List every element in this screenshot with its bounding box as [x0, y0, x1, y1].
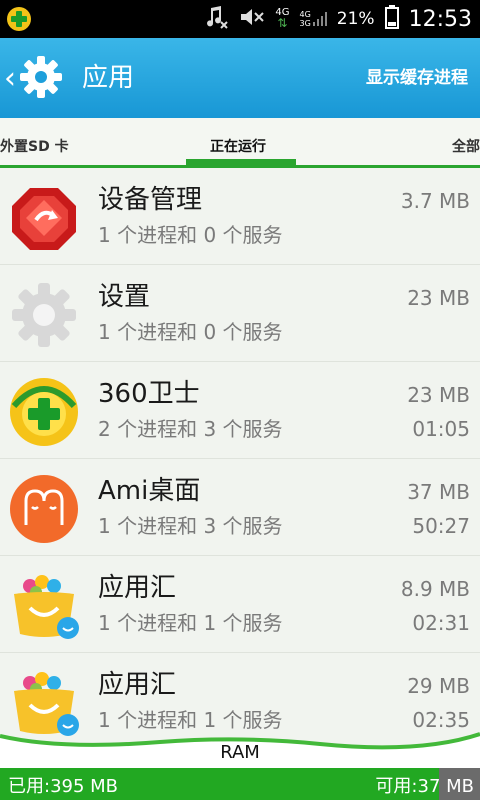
- clock: 12:53: [408, 6, 472, 32]
- app-process-info: 2 个进程和 3 个服务: [98, 417, 283, 441]
- app-name: Ami桌面: [98, 476, 201, 506]
- 360-security-icon: [8, 376, 80, 448]
- ami-launcher-icon: [8, 473, 80, 545]
- status-bar: 4G ⇅ 4G 3G 21% 12:53: [0, 0, 480, 38]
- app-name: 360卫士: [98, 379, 200, 409]
- battery-percent: 21%: [336, 9, 375, 29]
- signal-icon: 4G 3G: [300, 10, 327, 28]
- settings-gear-icon: [8, 279, 80, 351]
- ram-available-text: 可用:37 MB: [375, 776, 474, 797]
- show-cached-processes-button[interactable]: 显示缓存进程: [366, 64, 468, 92]
- chevron-left-icon: ‹: [4, 61, 16, 96]
- app-header: ‹ 应用 显示缓存进程: [0, 38, 480, 118]
- app-name: 应用汇: [98, 670, 177, 700]
- app-process-info: 1 个进程和 1 个服务: [98, 611, 283, 635]
- list-item-device-admin[interactable]: 设备管理 1 个进程和 0 个服务 3.7 MB: [0, 168, 480, 265]
- app-run-time: 02:31: [412, 611, 470, 635]
- appchina-icon: [8, 570, 80, 642]
- app-name: 设置: [98, 282, 151, 312]
- page-title: 应用: [82, 63, 135, 93]
- music-muted-icon: [205, 4, 229, 34]
- app-memory-size: 8.9 MB: [400, 577, 470, 601]
- tab-all[interactable]: 全部: [452, 136, 480, 156]
- app-process-info: 1 个进程和 3 个服务: [98, 514, 283, 538]
- running-app-list: 设备管理 1 个进程和 0 个服务 3.7 MB 设置 1 个进程和 0 个服务…: [0, 168, 480, 738]
- app-memory-size: 37 MB: [407, 480, 470, 504]
- app-memory-size: 23 MB: [407, 286, 470, 310]
- tab-bar: 外置SD 卡 正在运行 全部: [0, 118, 480, 168]
- list-item-appchina[interactable]: 应用汇 1 个进程和 1 个服务 8.9 MB 02:31: [0, 556, 480, 653]
- app-run-time: 01:05: [412, 417, 470, 441]
- network-4g-icon: 4G ⇅: [275, 7, 290, 30]
- volume-muted-icon: [239, 6, 265, 32]
- list-item-settings[interactable]: 设置 1 个进程和 0 个服务 23 MB: [0, 265, 480, 362]
- app-name: 设备管理: [98, 185, 203, 215]
- tab-sd-card[interactable]: 外置SD 卡: [0, 136, 69, 156]
- 360-notification-icon: [6, 6, 32, 32]
- device-admin-icon: [8, 182, 80, 254]
- app-memory-size: 29 MB: [407, 674, 470, 698]
- ram-usage-bar: 已用:395 MB 可用:37 MB: [0, 768, 480, 800]
- tab-indicator: [186, 159, 296, 165]
- list-item-ami-launcher[interactable]: Ami桌面 1 个进程和 3 个服务 37 MB 50:27: [0, 459, 480, 556]
- app-process-info: 1 个进程和 0 个服务: [98, 223, 283, 247]
- ram-used-text: 已用:395 MB: [8, 776, 119, 797]
- app-run-time: 50:27: [412, 514, 470, 538]
- back-button[interactable]: ‹: [4, 56, 78, 100]
- app-memory-size: 23 MB: [407, 383, 470, 407]
- tab-running[interactable]: 正在运行: [210, 136, 266, 156]
- app-name: 应用汇: [98, 573, 177, 603]
- battery-icon: [384, 5, 399, 33]
- ram-label: RAM: [220, 742, 260, 763]
- list-item-360-security[interactable]: 360卫士 2 个进程和 3 个服务 23 MB 01:05: [0, 362, 480, 459]
- app-process-info: 1 个进程和 0 个服务: [98, 320, 283, 344]
- settings-gear-icon: [18, 54, 64, 104]
- app-memory-size: 3.7 MB: [400, 189, 470, 213]
